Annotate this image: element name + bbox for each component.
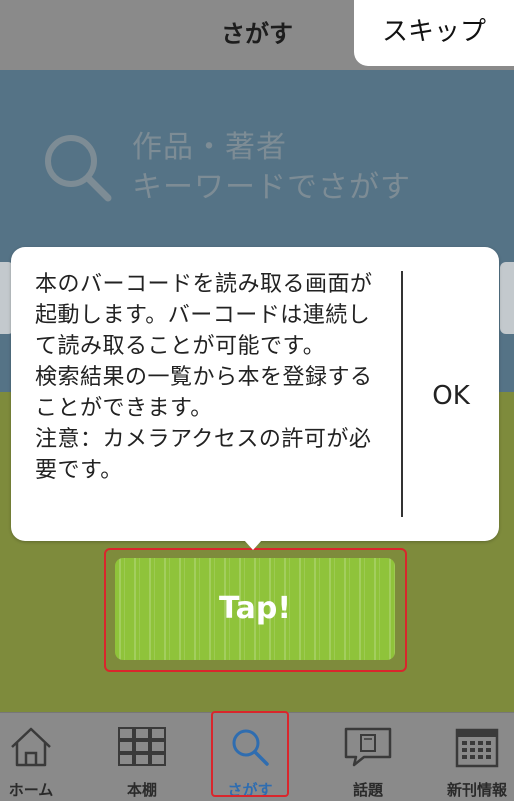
skip-button[interactable]: スキップ [354, 0, 514, 66]
chat-book-icon [344, 727, 392, 767]
tab-new-releases-label: 新刊情報 [446, 781, 507, 799]
tap-button-label: Tap! [219, 591, 291, 626]
home-icon [11, 727, 51, 767]
tab-bookshelf[interactable]: 本棚 [110, 713, 174, 801]
calendar-icon [455, 728, 499, 768]
bookshelf-icon [118, 727, 166, 766]
tab-home-label: ホーム [8, 781, 54, 799]
search-hint-line2: キーワードでさがす [132, 170, 411, 205]
info-dialog: 本のバーコードを読み取る画面が起動します。バーコードは連続して読み取ることが可能… [11, 247, 499, 541]
tab-bookshelf-label: 本棚 [126, 781, 157, 799]
barcode-scan-button[interactable]: Tap! [115, 558, 395, 660]
search-hint-line1: 作品・著者 [132, 130, 287, 165]
tab-topics[interactable]: 話題 [336, 713, 400, 801]
dialog-pointer [244, 540, 262, 550]
search-icon [45, 135, 112, 202]
tab-new-releases[interactable]: 新刊情報 [440, 713, 514, 801]
dialog-message: 本のバーコードを読み取る画面が起動します。バーコードは連続して読み取ることが可能… [35, 272, 373, 483]
tab-home[interactable]: ホーム [0, 713, 62, 801]
ok-button[interactable]: OK [403, 371, 499, 421]
search-hint: 作品・著者 キーワードでさがす [132, 128, 411, 208]
search-field-edge-right [500, 262, 514, 334]
header-bar: さがす スキップ [0, 0, 514, 70]
tab-topics-label: 話題 [352, 781, 383, 799]
tab-search-highlight [211, 711, 289, 797]
